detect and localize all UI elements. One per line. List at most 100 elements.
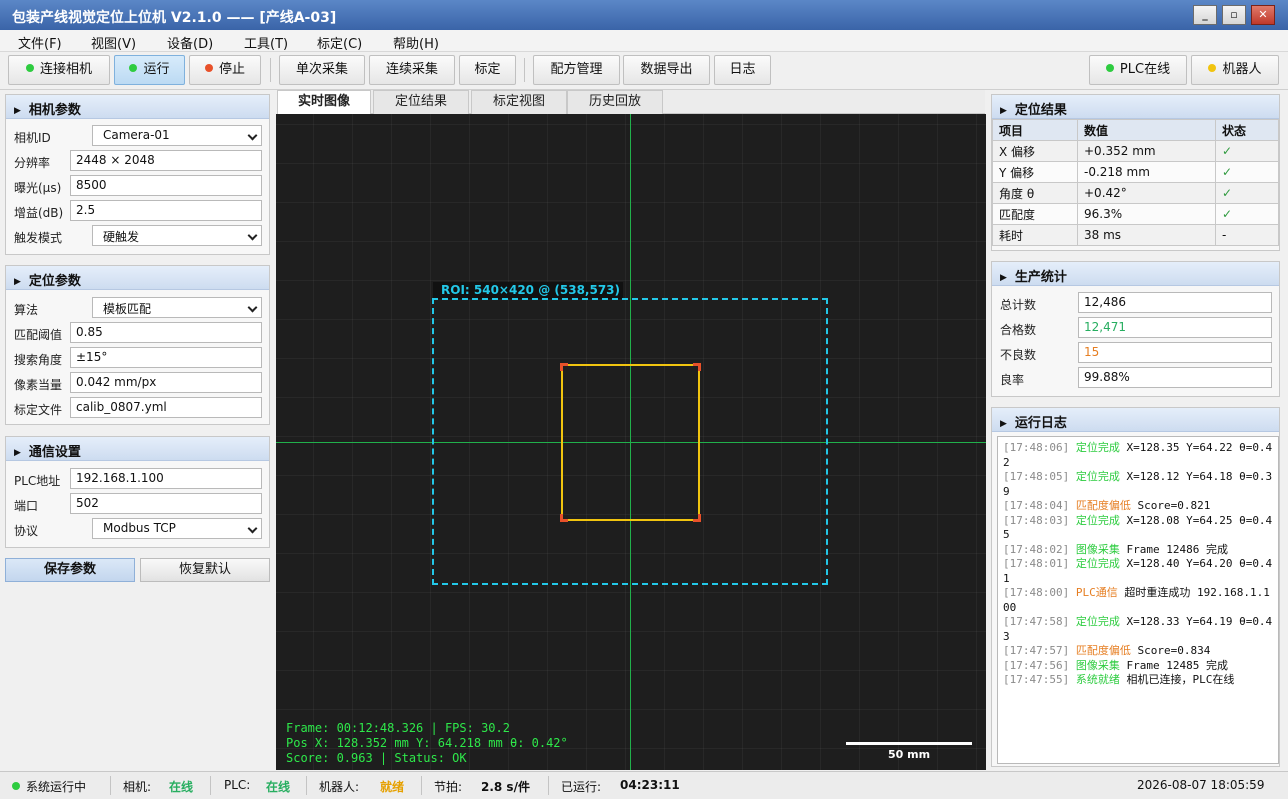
run-button[interactable]: 运行 — [114, 55, 185, 85]
menu-calibrate[interactable]: 标定(C) — [317, 33, 362, 52]
robot-indicator[interactable]: 机器人 — [1191, 55, 1279, 85]
camera-id-value: Camera-01 — [103, 128, 170, 142]
log-entry: [17:48:03] 定位完成 X=128.08 Y=64.25 θ=0.45 — [1003, 514, 1273, 543]
tab-locate-result[interactable]: 定位结果 — [373, 90, 469, 114]
minimize-button[interactable]: _ — [1193, 5, 1217, 25]
algo-select[interactable]: 模板匹配 — [92, 297, 262, 318]
column-header: 数值 — [1077, 119, 1216, 141]
chevron-down-icon — [247, 230, 258, 241]
log-list[interactable]: [17:48:06] 定位完成 X=128.35 Y=64.22 θ=0.42[… — [997, 436, 1279, 764]
roi-label: ROI: 540×420 @ (538,573) — [433, 282, 623, 299]
threshold-field[interactable]: 0.85 — [70, 322, 262, 343]
locate-params-panel: ▶ 定位参数 算法 模板匹配 匹配阈值 0.85 搜索角度 ±15° 像素当量 0… — [5, 265, 270, 425]
log-tag: 匹配度偏低 — [1075, 644, 1131, 657]
locate-result-header[interactable]: ▶ 定位结果 — [992, 95, 1279, 119]
status-separator — [421, 776, 422, 795]
resolution-field[interactable]: 2448 × 2048 — [70, 150, 262, 171]
camera-params-title: 相机参数 — [28, 103, 81, 118]
exposure-field[interactable]: 8500 — [70, 175, 262, 196]
stop-button[interactable]: 停止 — [189, 55, 261, 85]
status-separator — [306, 776, 307, 795]
log-time: [17:48:02] — [1003, 542, 1070, 556]
single-capture-button[interactable]: 单次采集 — [279, 55, 365, 85]
image-viewer[interactable]: ROI: 540×420 @ (538,573) Frame: 00:12:48… — [276, 114, 986, 770]
trigger-select[interactable]: 硬触发 — [92, 225, 262, 246]
production-stats-panel: ▶ 生产统计 总计数 12,486 合格数 12,471 不良数 15 良率 99… — [991, 261, 1280, 397]
menu-file[interactable]: 文件(F) — [18, 33, 62, 52]
locate-params-title: 定位参数 — [28, 274, 81, 289]
calib-file-field[interactable]: calib_0807.yml — [70, 397, 262, 418]
robot-label: 机器人 — [1222, 62, 1262, 77]
log-message: Frame 12486 完成 — [1126, 542, 1228, 556]
robot-status-label: 机器人: — [319, 780, 360, 794]
port-field[interactable]: 502 — [70, 493, 262, 514]
toolbar-separator — [524, 58, 525, 82]
comm-settings-header[interactable]: ▶ 通信设置 — [6, 437, 269, 461]
menu-tools[interactable]: 工具(T) — [244, 33, 288, 52]
log-tag: 定位完成 — [1075, 615, 1120, 628]
gain-field[interactable]: 2.5 — [70, 200, 262, 221]
scale-bar — [846, 742, 972, 745]
collapse-arrow-icon: ▶ — [14, 277, 21, 287]
close-button[interactable]: ✕ — [1251, 5, 1275, 25]
camera-params-panel: ▶ 相机参数 相机ID Camera-01 分辨率 2448 × 2048 曝光(… — [5, 94, 270, 255]
continuous-capture-button[interactable]: 连续采集 — [369, 55, 455, 85]
log-message: Frame 12485 完成 — [1126, 658, 1228, 672]
camera-id-select[interactable]: Camera-01 — [92, 125, 262, 146]
system-status-text: 系统运行中 — [26, 780, 87, 794]
log-entry: [17:48:02] 图像采集 Frame 12486 完成 — [1003, 543, 1273, 558]
cycle-label: 节拍: — [434, 780, 463, 794]
run-log-header[interactable]: ▶ 运行日志 — [992, 408, 1279, 432]
menu-device[interactable]: 设备(D) — [167, 33, 213, 52]
pixel-equiv-field[interactable]: 0.042 mm/px — [70, 372, 262, 393]
log-tag: 定位完成 — [1075, 441, 1120, 454]
plc-online-indicator[interactable]: PLC在线 — [1089, 55, 1187, 85]
plc-status-label: PLC: — [224, 778, 251, 792]
status-dot-icon — [1208, 64, 1217, 72]
log-tag: PLC通信 — [1075, 586, 1118, 599]
table-row: Y 偏移 -0.218 mm ✓ — [992, 161, 1279, 183]
search-angle-field[interactable]: ±15° — [70, 347, 262, 368]
production-stats-header[interactable]: ▶ 生产统计 — [992, 262, 1279, 286]
log-message: 相机已连接，PLC在线 — [1126, 673, 1235, 686]
maximize-button[interactable]: ▫ — [1222, 5, 1246, 25]
toolbar: 连接相机 运行 停止 单次采集 连续采集 标定 配方管理 数据导出 日志 PLC… — [0, 52, 1288, 90]
algo-value: 模板匹配 — [103, 302, 152, 316]
log-tag: 图像采集 — [1075, 542, 1120, 556]
log-button[interactable]: 日志 — [714, 55, 771, 85]
save-params-button[interactable]: 保存参数 — [5, 558, 135, 582]
locate-params-header[interactable]: ▶ 定位参数 — [6, 266, 269, 290]
uptime-value: 04:23:11 — [620, 778, 680, 792]
tab-live-image[interactable]: 实时图像 — [277, 90, 371, 115]
tab-calib-view[interactable]: 标定视图 — [471, 90, 567, 114]
yield-label: 良率 — [1000, 373, 1025, 387]
calib-file-label: 标定文件 — [14, 403, 63, 417]
collapse-arrow-icon: ▶ — [1000, 273, 1007, 283]
chevron-down-icon — [247, 130, 258, 141]
stop-label: 停止 — [218, 62, 245, 77]
plc-address-field[interactable]: 192.168.1.100 — [70, 468, 262, 489]
trigger-value: 硬触发 — [103, 230, 140, 244]
protocol-select[interactable]: Modbus TCP — [92, 518, 262, 539]
protocol-label: 协议 — [14, 524, 39, 538]
plc-address-label: PLC地址 — [14, 474, 61, 488]
menu-help[interactable]: 帮助(H) — [393, 33, 439, 52]
calibrate-button[interactable]: 标定 — [459, 55, 516, 85]
reset-defaults-button[interactable]: 恢复默认 — [140, 558, 270, 582]
status-bar: 系统运行中 相机: 在线 PLC: 在线 机器人: 就绪 节拍: 2.8 s/件… — [0, 771, 1288, 799]
menu-view[interactable]: 视图(V) — [91, 33, 136, 52]
status-dot-icon — [12, 782, 20, 790]
connect-camera-button[interactable]: 连接相机 — [8, 55, 110, 85]
port-label: 端口 — [14, 499, 39, 513]
menu-bar: 文件(F) 视图(V) 设备(D) 工具(T) 标定(C) 帮助(H) — [0, 30, 1288, 52]
datetime: 2026-08-07 18:05:59 — [1137, 778, 1265, 792]
camera-params-header[interactable]: ▶ 相机参数 — [6, 95, 269, 119]
tab-history[interactable]: 历史回放 — [567, 90, 663, 114]
export-button[interactable]: 数据导出 — [623, 55, 710, 85]
table-row: 匹配度 96.3% ✓ — [992, 203, 1279, 225]
log-entry: [17:48:01] 定位完成 X=128.40 Y=64.20 θ=0.41 — [1003, 557, 1273, 586]
status-separator — [110, 776, 111, 795]
camera-id-label: 相机ID — [14, 131, 51, 145]
recipe-button[interactable]: 配方管理 — [533, 55, 620, 85]
run-log-title: 运行日志 — [1014, 416, 1067, 431]
